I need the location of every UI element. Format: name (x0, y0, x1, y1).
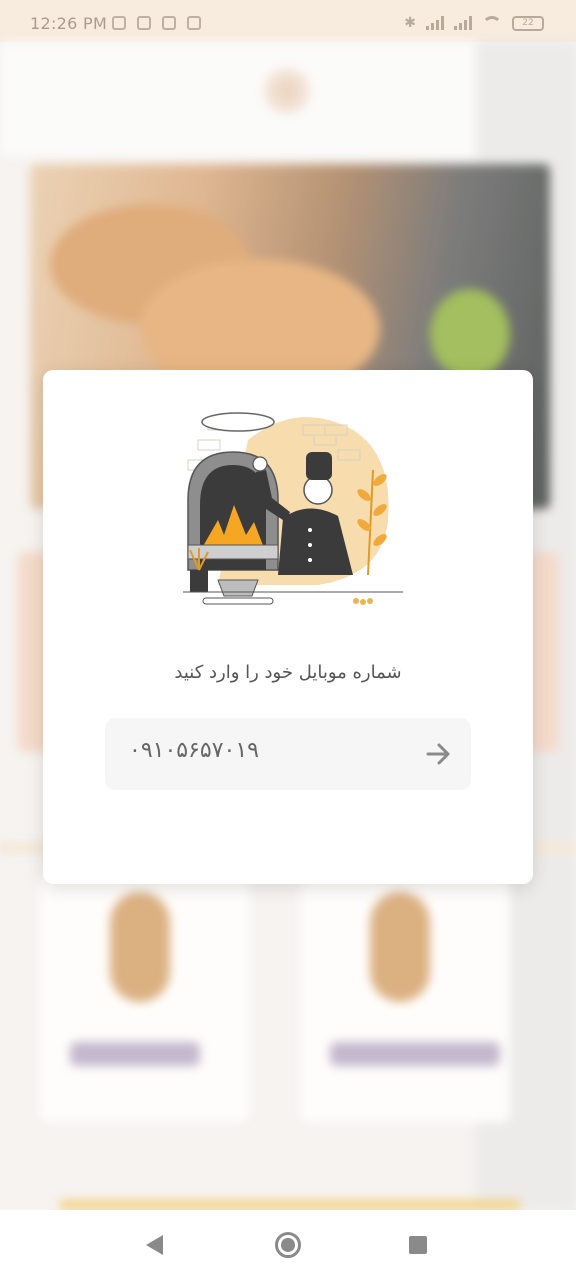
chef-oven-illustration (183, 412, 403, 605)
login-dialog: شماره موبایل خود را وارد کنید ۰۹۱۰۵۶۵۷۰۱… (43, 370, 533, 884)
status-time: 12:26 PM (30, 14, 108, 33)
download-icon (162, 16, 176, 30)
bluetooth-icon: ✱ (404, 15, 416, 31)
system-icons: ✱ 22 (404, 15, 544, 31)
recents-square-icon[interactable] (409, 1236, 427, 1254)
signal-icon-2 (454, 16, 472, 30)
home-circle-icon[interactable] (275, 1232, 301, 1258)
signal-icon (426, 16, 444, 30)
phone-input[interactable]: ۰۹۱۰۵۶۵۷۰۱۹ (105, 718, 471, 790)
battery-icon: 22 (512, 15, 544, 31)
alarm-icon (112, 16, 126, 30)
gallery-icon (187, 16, 201, 30)
notification-icons (112, 16, 201, 30)
system-nav-bar (0, 1210, 576, 1280)
phone-input-value[interactable]: ۰۹۱۰۵۶۵۷۰۱۹ (129, 738, 259, 763)
submit-button[interactable] (421, 736, 457, 772)
arrow-right-icon[interactable] (426, 743, 452, 765)
phone-prompt: شماره موبایل خود را وارد کنید (174, 662, 402, 683)
sim-icon (137, 16, 151, 30)
status-bar: 12:26 PM ✱ 22 (0, 0, 576, 42)
wifi-icon (482, 16, 502, 30)
back-triangle-icon[interactable] (146, 1235, 163, 1255)
